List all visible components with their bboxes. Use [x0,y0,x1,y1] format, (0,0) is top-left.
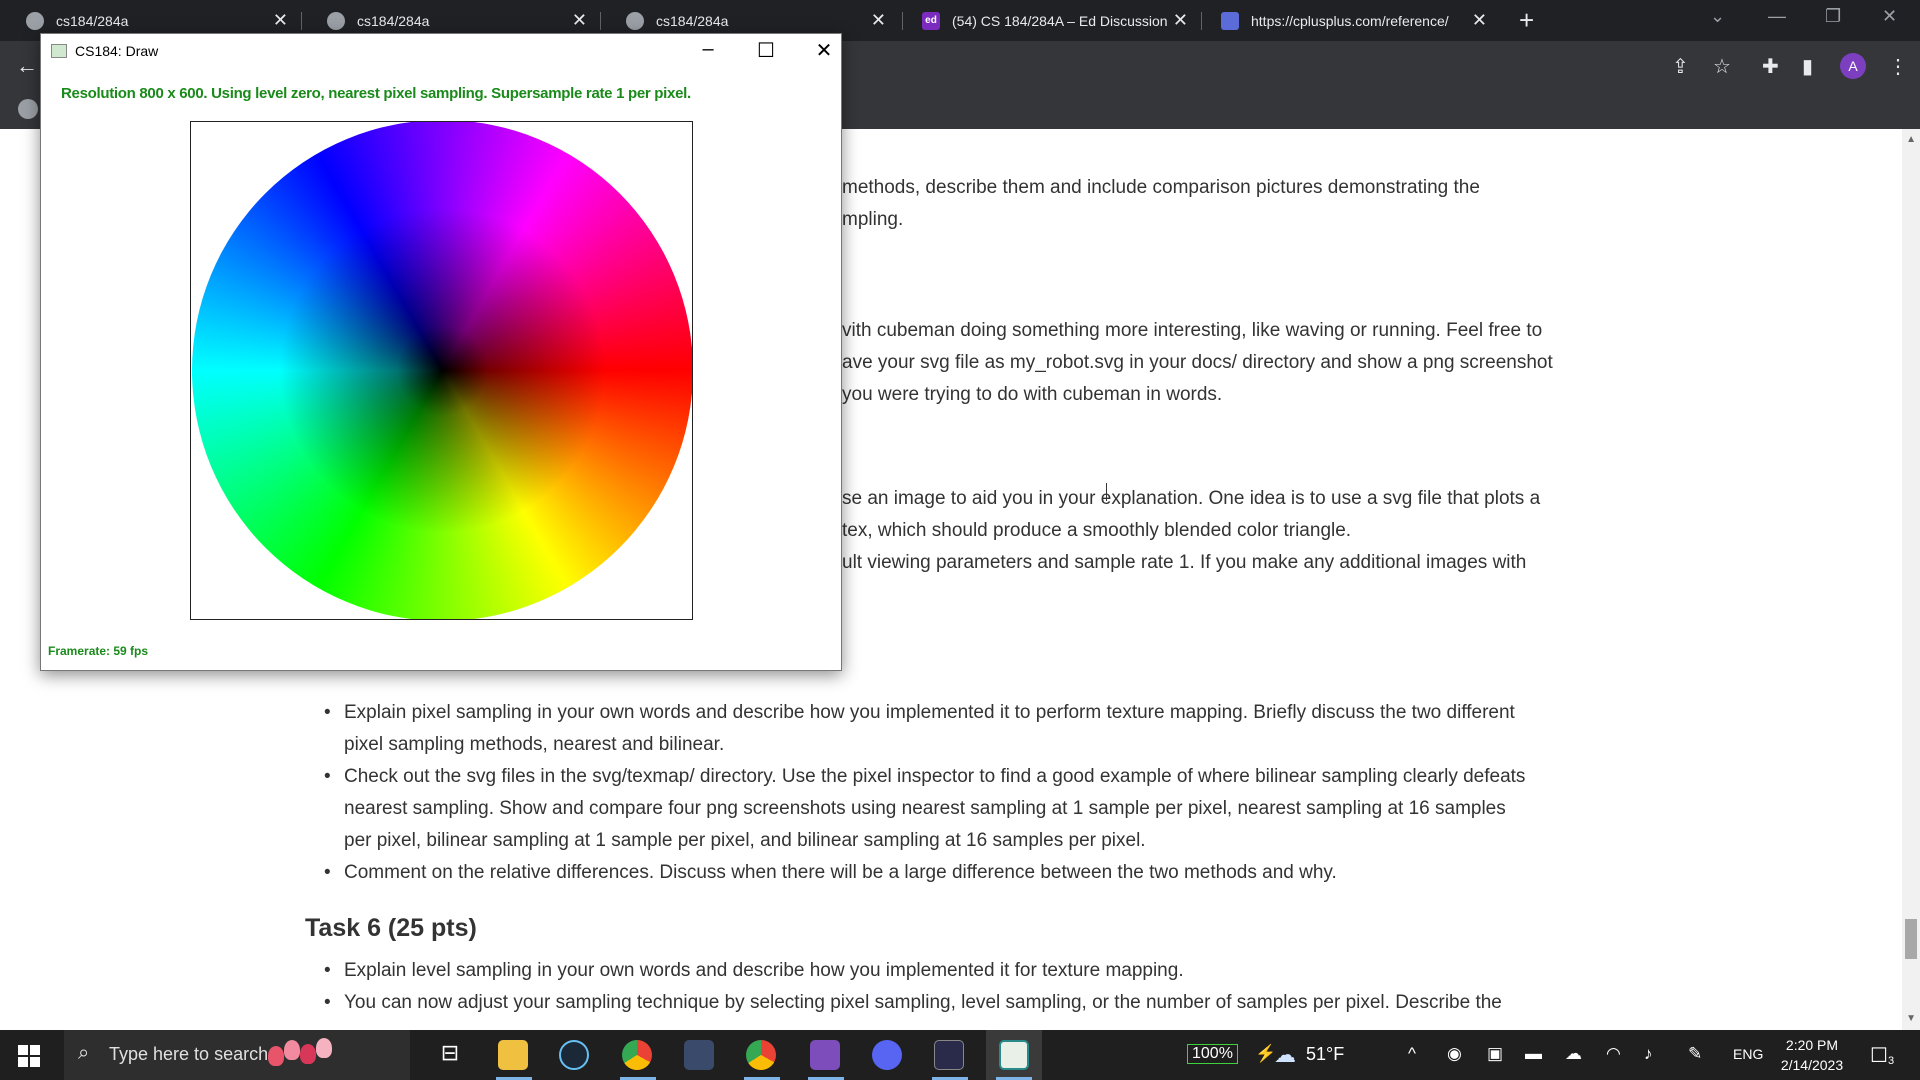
windows-start-icon[interactable] [18,1045,40,1067]
globe-icon [26,11,44,30]
task5-bullet-list: Explain pixel sampling in your own words… [324,697,1525,889]
search-icon: ⌕ [78,1042,90,1064]
notification-count: 3 [1888,1055,1895,1067]
tab-close-icon[interactable]: ✕ [273,10,288,30]
discord-icon[interactable] [872,1040,902,1070]
windows-taskbar: ⌕ Type here to search ⊟ 100% ⚡ ☁ 51°F ^ … [0,1030,1920,1080]
paragraph-line: vith cubeman doing something more intere… [842,320,1543,341]
tab-ed-discussion[interactable]: ed (54) CS 184/284A – Ed Discussion ✕ [902,0,1200,41]
list-item: Check out the svg files in the svg/texma… [324,761,1525,857]
tab-cplusplus[interactable]: https://cplusplus.com/reference/ ✕ [1201,0,1499,41]
minimize-icon[interactable]: – [693,38,723,61]
ed-logo-icon: ed [922,11,940,30]
back-arrow-icon[interactable]: ← [16,53,38,79]
onedrive-icon[interactable]: ☁ [1565,1044,1582,1064]
file-explorer-icon[interactable] [498,1040,528,1070]
list-item: You can now adjust your sampling techniq… [324,987,1502,1019]
tab-close-icon[interactable]: ✕ [572,10,587,30]
app-icon [51,44,67,58]
list-item: Comment on the relative differences. Dis… [324,857,1525,889]
tab-search-icon[interactable]: ⌄ [1710,6,1725,27]
wifi-icon[interactable]: ◠ [1606,1044,1621,1064]
meet-icon[interactable]: ▣ [1487,1044,1503,1064]
clock[interactable]: 2:20 PM 2/14/2023 [1772,1035,1852,1075]
search-placeholder: Type here to search [109,1044,269,1064]
profile-avatar[interactable]: A [1840,53,1866,79]
scrollbar-thumb[interactable] [1905,919,1917,959]
game-icon[interactable] [684,1040,714,1070]
weather-temperature[interactable]: 51°F [1306,1044,1344,1065]
list-item: Explain pixel sampling in your own words… [324,697,1525,761]
paragraph-line: you were trying to do with cubeman in wo… [842,384,1223,405]
tab-close-icon[interactable]: ✕ [1173,10,1188,30]
steam-icon[interactable] [559,1040,589,1070]
extensions-icon[interactable]: ✚ [1762,54,1779,79]
restore-icon[interactable]: ❐ [1825,6,1841,27]
paragraph-line: tex, which should produce a smoothly ble… [842,520,1352,541]
window-title: CS184: Draw [75,43,159,59]
tab-title: cs184/284a [357,12,430,29]
render-status-text: Resolution 800 x 600. Using level zero, … [61,85,691,102]
cplusplus-icon [1221,11,1239,30]
side-panel-icon[interactable]: ▮ [1802,54,1813,79]
clock-date: 2/14/2023 [1780,1057,1844,1073]
draw-window-titlebar[interactable]: CS184: Draw – ☐ ✕ [41,34,841,70]
paragraph-line: mpling. [842,209,904,230]
paragraph-line: se an image to aid you in your explanati… [842,488,1541,509]
tab-close-icon[interactable]: ✕ [1472,10,1487,30]
chrome-profile-icon[interactable] [746,1040,776,1070]
battery-icon[interactable]: ▬ [1525,1044,1542,1064]
close-icon[interactable]: ✕ [809,38,839,63]
draw-window[interactable]: CS184: Draw – ☐ ✕ Resolution 800 x 600. … [40,33,842,671]
draw-app-icon[interactable] [999,1040,1029,1070]
tab-title: cs184/284a [56,12,129,29]
task6-bullet-list: Explain level sampling in your own words… [324,955,1502,1019]
render-canvas[interactable] [190,121,693,620]
paragraph-line: ave your svg file as my_robot.svg in you… [842,352,1553,373]
globe-icon[interactable] [18,99,38,119]
scroll-down-icon[interactable]: ▼ [1906,1013,1916,1024]
taskbar-search-box[interactable]: ⌕ Type here to search [64,1030,410,1080]
battery-percentage[interactable]: 100% [1187,1044,1238,1064]
globe-icon [626,11,644,30]
color-wheel-image [192,122,692,619]
new-tab-icon[interactable]: + [1519,6,1534,34]
language-indicator[interactable]: ENG [1733,1046,1763,1062]
tab-close-icon[interactable]: ✕ [871,10,886,30]
pen-icon[interactable]: ✎ [1688,1044,1702,1064]
terminal-icon[interactable] [934,1040,964,1070]
chrome-icon[interactable] [622,1040,652,1070]
power-plug-icon: ⚡ [1255,1044,1277,1063]
text-cursor-icon [1106,483,1108,501]
tab-title: (54) CS 184/284A – Ed Discussion [952,12,1168,29]
active-app-slot[interactable] [986,1030,1042,1080]
task-view-icon[interactable]: ⊟ [435,1040,465,1070]
scroll-up-icon[interactable]: ▲ [1906,134,1916,145]
visual-studio-icon[interactable] [810,1040,840,1070]
paragraph-line: methods, describe them and include compa… [842,177,1480,198]
list-item: Explain level sampling in your own words… [324,955,1502,987]
record-icon[interactable]: ◉ [1447,1044,1462,1064]
tab-title: cs184/284a [656,12,729,29]
menu-kebab-icon[interactable]: ⋮ [1888,54,1908,79]
tab-title: https://cplusplus.com/reference/ [1251,12,1449,29]
close-icon[interactable]: ✕ [1882,6,1897,27]
clock-time: 2:20 PM [1785,1037,1839,1053]
cloud-icon[interactable]: ☁ [1274,1042,1296,1068]
tulips-icon[interactable] [262,1036,342,1074]
framerate-text: Framerate: 59 fps [48,644,149,658]
page-scrollbar[interactable] [1902,129,1920,1030]
volume-icon[interactable]: ♪ [1644,1044,1653,1064]
minimize-icon[interactable]: — [1768,6,1786,27]
paragraph-line: ult viewing parameters and sample rate 1… [842,552,1527,573]
maximize-icon[interactable]: ☐ [751,38,781,63]
share-icon[interactable]: ⇪ [1672,54,1689,79]
task6-heading: Task 6 (25 pts) [305,914,477,942]
globe-icon [327,11,345,30]
bookmark-star-icon[interactable]: ☆ [1713,54,1731,79]
notification-icon[interactable]: ☐ [1870,1043,1888,1068]
chevron-up-icon[interactable]: ^ [1408,1044,1416,1064]
